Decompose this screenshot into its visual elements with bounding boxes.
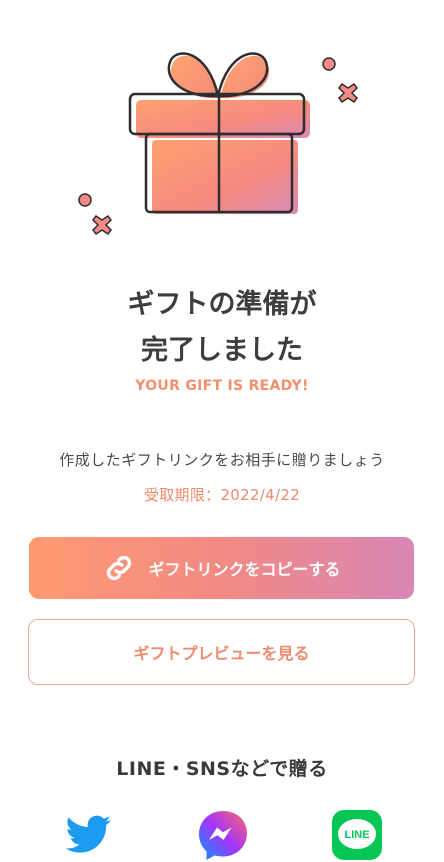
gift-expiry: 受取期限：2022/4/22 [143, 486, 301, 504]
line-icon[interactable]: LINE [330, 808, 384, 862]
share-heading: LINE・SNSなどで贈る [116, 758, 328, 780]
page-title-line1: ギフトの準備が [127, 289, 317, 320]
copy-gift-link-button[interactable]: ギフトリンクをコピーする [29, 537, 414, 599]
gift-preview-button[interactable]: ギフトプレビューを見る [28, 619, 415, 685]
line-icon-text: LINE [344, 829, 369, 841]
gift-box-illustration [78, 52, 358, 236]
gift-description: 作成したギフトリンクをお相手に贈りましょう [59, 451, 385, 469]
twitter-icon[interactable] [63, 808, 117, 862]
gift-preview-label: ギフトプレビューを見る [133, 644, 310, 663]
copy-gift-link-label: ギフトリンクをコピーする [148, 560, 341, 579]
messenger-icon[interactable] [196, 808, 250, 862]
page-subtitle: YOUR GIFT IS READY! [135, 378, 309, 394]
page-title-line2: 完了しました [141, 335, 303, 366]
link-icon [107, 555, 132, 581]
